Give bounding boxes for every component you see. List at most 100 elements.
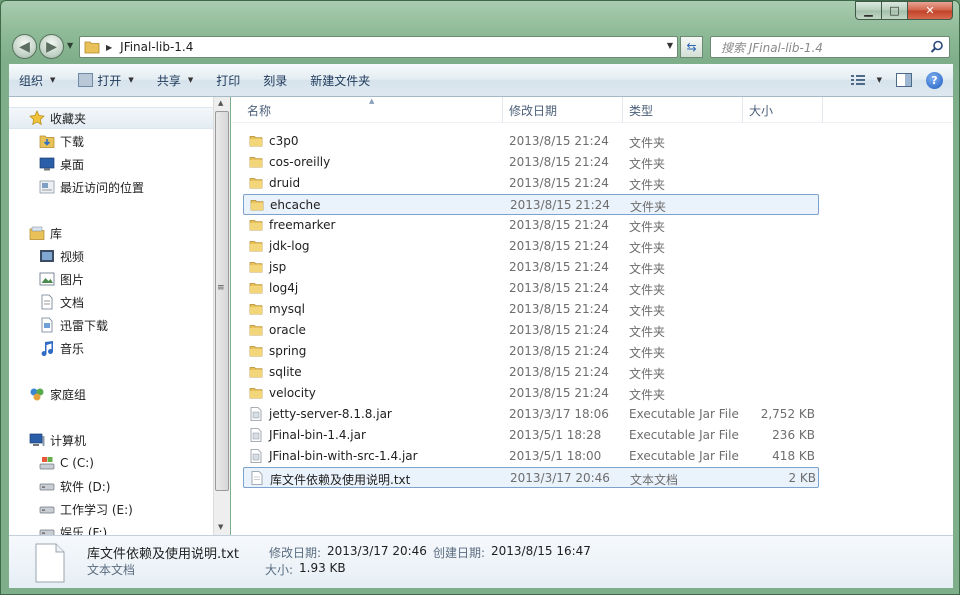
file-modified: 2013/8/15 21:24 [509,134,609,148]
organize-menu[interactable]: 组织 ▼ [9,64,64,96]
nav-videos[interactable]: 视频 [39,245,84,267]
breadcrumb-separator-icon[interactable]: ▶ [106,43,112,52]
file-row[interactable]: cos-oreilly 2013/8/15 21:24 文件夹 [243,152,819,173]
file-row[interactable]: jsp 2013/8/15 21:24 文件夹 [243,257,819,278]
file-modified: 2013/8/15 21:24 [509,239,609,253]
preview-pane-icon[interactable] [896,73,912,87]
help-icon[interactable]: ? [926,71,943,89]
folder-icon [250,200,264,211]
scroll-down-icon[interactable]: ▼ [218,523,223,531]
share-label: 共享 [156,73,181,88]
nav-label: 最近访问的位置 [60,180,145,195]
file-row[interactable]: oracle 2013/8/15 21:24 文件夹 [243,320,819,341]
navigation-scrollbar[interactable]: ▲ ≡ ▼ [213,97,230,535]
video-icon [40,250,54,262]
file-row[interactable]: freemarker 2013/8/15 21:24 文件夹 [243,215,819,236]
column-header-type[interactable]: 类型 [623,97,743,123]
new-folder-label: 新建文件夹 [310,73,371,88]
search-placeholder: 搜索 JFinal-lib-1.4 [721,40,823,55]
library-icon [29,226,45,240]
nav-desktop[interactable]: 桌面 [39,153,84,175]
file-row[interactable]: jetty-server-8.1.8.jar 2013/3/17 18:06 Exe… [243,404,819,425]
nav-documents[interactable]: 文档 [39,291,84,313]
search-box[interactable]: 搜索 JFinal-lib-1.4 [710,36,950,58]
file-name: spring [269,344,307,358]
burn-button[interactable]: 刻录 [249,64,296,96]
file-name: ehcache [270,198,321,212]
file-name: jdk-log [269,239,310,253]
details-modified-label: 修改日期: [269,546,322,560]
file-type: 文件夹 [629,220,666,234]
file-row[interactable]: 库文件依赖及使用说明.txt 2013/3/17 20:46 文本文档 2 KB [243,467,819,488]
maximize-button[interactable]: □ [882,1,908,20]
file-type: 文本文档 [630,473,679,487]
scroll-up-icon[interactable]: ▲ [218,99,223,107]
file-row[interactable]: jdk-log 2013/8/15 21:24 文件夹 [243,236,819,257]
file-row[interactable]: log4j 2013/8/15 21:24 文件夹 [243,278,819,299]
back-button[interactable]: ◀ [12,34,37,59]
nav-libraries[interactable]: 库 [29,222,62,244]
search-icon[interactable] [930,40,944,54]
view-options-button[interactable]: ▼ [850,74,882,86]
breadcrumb-current[interactable]: JFinal-lib-1.4 [120,40,193,54]
nav-computer[interactable]: 计算机 [29,429,86,451]
nav-homegroup[interactable]: 家庭组 [29,383,86,405]
file-row[interactable]: ehcache 2013/8/15 21:24 文件夹 [243,194,819,215]
nav-downloads[interactable]: 下载 [39,130,84,152]
address-bar[interactable]: ▶ JFinal-lib-1.4 ▼ [79,36,678,58]
column-header-size[interactable]: 大小 [743,97,823,123]
nav-drive-e[interactable]: 工作学习 (E:) [39,498,133,520]
file-row[interactable]: druid 2013/8/15 21:24 文件夹 [243,173,819,194]
close-button[interactable]: ✕ [908,1,953,20]
file-row[interactable]: spring 2013/8/15 21:24 文件夹 [243,341,819,362]
refresh-button[interactable]: ⇆ [680,36,703,58]
share-menu[interactable]: 共享 ▼ [143,64,202,96]
nav-drive-d[interactable]: 软件 (D:) [39,475,110,497]
jar-file-icon [250,428,262,442]
scrollbar-thumb[interactable] [215,111,229,491]
print-label: 打印 [216,73,241,88]
open-menu[interactable]: 打开 ▼ [64,64,142,96]
nav-label: 娱乐 (F:) [60,525,108,536]
new-folder-button[interactable]: 新建文件夹 [296,64,379,96]
nav-label: C (C:) [60,456,94,470]
details-created-label: 创建日期: [433,546,486,560]
nav-pictures[interactable]: 图片 [39,268,84,290]
nav-recent-places[interactable]: 最近访问的位置 [39,176,144,198]
column-label: 类型 [629,103,654,118]
open-icon [78,73,94,87]
column-header-name[interactable]: 名称 [241,97,503,123]
column-header-modified[interactable]: 修改日期 [503,97,623,123]
file-row[interactable]: velocity 2013/8/15 21:24 文件夹 [243,383,819,404]
file-row[interactable]: JFinal-bin-with-src-1.4.jar 2013/5/1 18:0… [243,446,819,467]
recent-pages-dropdown[interactable]: ▼ [67,41,73,50]
navigation-pane: 收藏夹 下载 桌面 最近访问的位置 库 视频 图片 文档 迅雷下载 音乐 家庭组… [9,97,213,535]
downloads-folder-icon [39,135,55,148]
arrow-right-icon: ▶ [46,38,57,55]
address-history-dropdown[interactable]: ▼ [667,41,673,50]
nav-label: 图片 [60,272,85,287]
file-row[interactable]: JFinal-bin-1.4.jar 2013/5/1 18:28 Executab… [243,425,819,446]
folder-icon [249,388,263,399]
file-row[interactable]: sqlite 2013/8/15 21:24 文件夹 [243,362,819,383]
nav-favorites[interactable]: 收藏夹 [9,107,213,129]
file-type: 文件夹 [629,346,666,360]
nav-label: 库 [50,226,63,241]
file-name: freemarker [269,218,336,232]
desktop-icon [39,157,55,171]
forward-button[interactable]: ▶ [39,34,64,59]
nav-label: 工作学习 (E:) [60,502,133,517]
file-modified: 2013/8/15 21:24 [510,198,610,212]
file-row[interactable]: mysql 2013/8/15 21:24 文件夹 [243,299,819,320]
nav-xunlei[interactable]: 迅雷下载 [39,314,108,336]
nav-drive-c[interactable]: C (C:) [39,452,94,474]
file-modified: 2013/8/15 21:24 [509,365,609,379]
print-button[interactable]: 打印 [202,64,249,96]
minimize-button[interactable]: ▁ [855,1,882,20]
nav-drive-f[interactable]: 娱乐 (F:) [39,521,107,535]
file-type: 文件夹 [629,304,666,318]
nav-music[interactable]: 音乐 [39,337,84,359]
file-type: 文件夹 [630,200,667,214]
file-row[interactable]: c3p0 2013/8/15 21:24 文件夹 [243,131,819,152]
nav-label: 桌面 [60,157,85,172]
